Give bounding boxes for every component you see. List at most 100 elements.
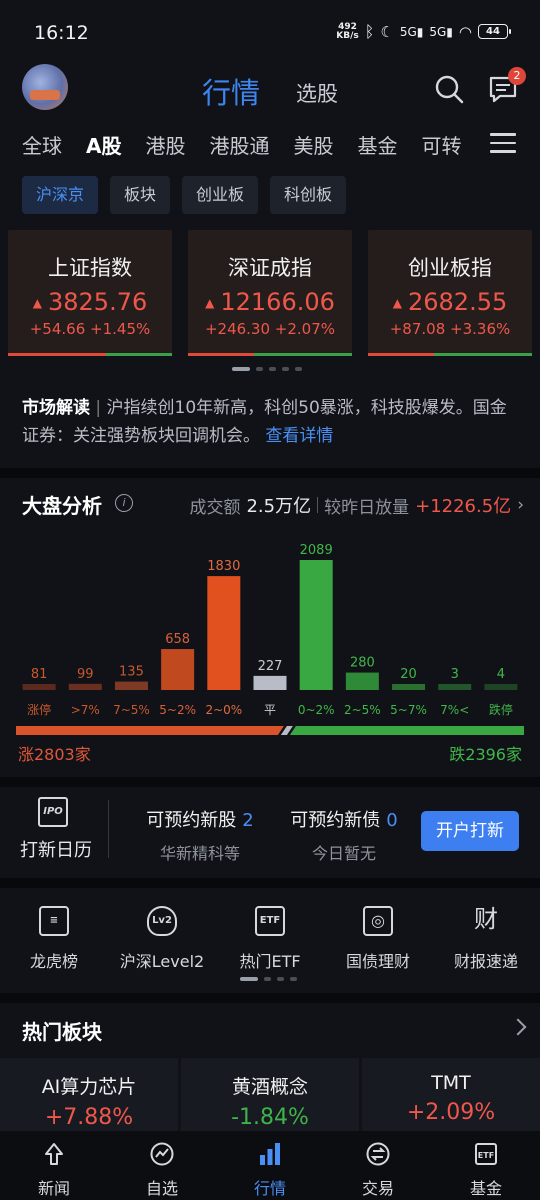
nav-news[interactable]: 新闻 xyxy=(0,1131,108,1200)
section-divider xyxy=(0,777,540,787)
tab-global[interactable]: 全球 xyxy=(22,130,62,159)
lv2-icon: Lv2 xyxy=(147,906,177,936)
tab-stock-picker[interactable]: 选股 xyxy=(296,78,338,108)
board-analysis-title: 大盘分析 xyxy=(22,494,102,518)
message-badge: 2 xyxy=(508,67,526,85)
ipo-calendar-label[interactable]: 打新日历 xyxy=(20,836,92,862)
bar-value-label: 99 xyxy=(77,667,94,682)
tool-dragon-tiger[interactable]: ≡ 龙虎榜 xyxy=(0,906,108,972)
category-label: 跌停 xyxy=(489,702,513,717)
tab-hk-connect[interactable]: 港股通 xyxy=(209,130,269,159)
sector-card[interactable]: TMT +2.09% xyxy=(362,1058,540,1138)
index-breadth-bar xyxy=(188,353,352,356)
sector-card[interactable]: AI算力芯片 +7.88% xyxy=(0,1058,178,1138)
up-arrow-icon: ▲ xyxy=(32,296,42,310)
bar-9 xyxy=(438,684,472,690)
moon-icon: ☾ xyxy=(380,22,394,41)
nav-market[interactable]: 行情 xyxy=(216,1131,324,1200)
bar-value-label: 3 xyxy=(451,667,459,682)
battery-icon: 44 xyxy=(478,24,511,39)
list-doc-icon: ≡ xyxy=(39,906,69,936)
market-icon xyxy=(260,1143,280,1165)
chevron-right-icon: › xyxy=(517,495,524,515)
bar-8 xyxy=(392,684,426,690)
new-stock-subscription[interactable]: 可预约新股 2 华新精科等 xyxy=(138,806,262,864)
trade-icon xyxy=(366,1142,390,1166)
tool-earnings[interactable]: 财 财报速递 xyxy=(432,906,540,972)
etf-icon: ETF xyxy=(255,906,285,936)
chip-sector[interactable]: 板块 xyxy=(110,176,171,214)
nav-fund[interactable]: ETF 基金 xyxy=(432,1131,540,1200)
category-label: 平 xyxy=(264,703,276,717)
category-label: 2~5% xyxy=(344,703,381,717)
tab-us[interactable]: 美股 xyxy=(293,130,333,159)
news-icon xyxy=(45,1143,63,1165)
section-divider xyxy=(0,993,540,1003)
carousel-dots xyxy=(232,367,302,371)
tab-convertible[interactable]: 可转 xyxy=(421,130,461,159)
search-icon[interactable] xyxy=(434,74,464,104)
avatar[interactable] xyxy=(22,64,68,110)
sub-tabs: 沪深京 板块 创业板 科创板 xyxy=(22,176,347,214)
net-speed: 492 KB/s xyxy=(336,21,359,41)
turnover-summary[interactable]: 成交额 2.5万亿 较昨日放量 +1226.5亿 › xyxy=(189,492,524,518)
bar-10 xyxy=(484,684,518,690)
index-card-shanghai[interactable]: 上证指数 ▲ 3825.76 +54.66 +1.45% xyxy=(8,230,172,356)
bar-0 xyxy=(22,684,56,690)
index-card-chinext[interactable]: 创业板指 ▲ 2682.55 +87.08 +3.36% xyxy=(368,230,532,356)
status-bar: 16:12 492 KB/s ᛒ ☾ 5G▮ 5G▮ ◠ 44 xyxy=(0,0,540,66)
section-divider xyxy=(0,468,540,478)
chip-chinext[interactable]: 创业板 xyxy=(182,176,259,214)
open-account-button[interactable]: 开户打新 xyxy=(421,811,519,851)
nav-watchlist[interactable]: 自选 xyxy=(108,1131,216,1200)
svg-text:ETF: ETF xyxy=(478,1151,494,1160)
nav-trade[interactable]: 交易 xyxy=(324,1131,432,1200)
bottom-nav: 新闻 自选 行情 交易 ETF 基金 xyxy=(0,1131,540,1200)
chevron-right-icon[interactable] xyxy=(509,1018,527,1036)
index-card-shenzhen[interactable]: 深证成指 ▲ 12166.06 +246.30 +2.07% xyxy=(188,230,352,356)
chip-star[interactable]: 科创板 xyxy=(270,176,347,214)
sector-card[interactable]: 黄酒概念 -1.84% xyxy=(181,1058,359,1138)
bluetooth-icon: ᛒ xyxy=(364,22,375,41)
bar-value-label: 280 xyxy=(350,656,375,671)
report-icon: 财 xyxy=(474,905,498,933)
info-icon[interactable]: i xyxy=(115,494,133,512)
bar-value-label: 658 xyxy=(165,632,190,647)
chip-sh-sz-bj[interactable]: 沪深京 xyxy=(22,176,99,214)
tool-hot-etf[interactable]: ETF 热门ETF xyxy=(216,906,324,972)
vertical-divider xyxy=(108,800,109,858)
signal-5g-icon-2: 5G▮ xyxy=(429,24,453,39)
up-arrow-icon: ▲ xyxy=(205,296,215,310)
watchlist-icon xyxy=(150,1142,174,1166)
bar-value-label: 81 xyxy=(31,667,48,682)
advance-count-label: 涨2803家 xyxy=(18,745,91,764)
fund-icon: ETF xyxy=(475,1143,497,1165)
ipo-calendar-icon[interactable]: IPO xyxy=(38,797,68,827)
decline-ratio-bar xyxy=(289,726,524,735)
category-label: 0~2% xyxy=(298,703,335,717)
new-bond-subscription[interactable]: 可预约新债 0 今日暂无 xyxy=(282,806,406,864)
view-details-link[interactable]: 查看详情 xyxy=(265,426,333,446)
bar-value-label: 1830 xyxy=(207,559,240,574)
tab-fund[interactable]: 基金 xyxy=(357,130,397,159)
market-tabs: 全球 A股 港股 港股通 美股 基金 可转 xyxy=(0,125,478,165)
bar-3 xyxy=(161,649,195,690)
tab-market[interactable]: 行情 xyxy=(202,70,260,112)
market-commentary[interactable]: 市场解读 | 沪指续创10年新高，科创50暴涨，科技股爆发。国金证券：关注强势板… xyxy=(22,394,522,450)
tab-a-share[interactable]: A股 xyxy=(86,130,121,159)
status-icons: 492 KB/s ᛒ ☾ 5G▮ 5G▮ ◠ 44 xyxy=(336,21,511,41)
tool-treasury[interactable]: ◎ 国债理财 xyxy=(324,906,432,972)
hot-sectors-title: 热门板块 xyxy=(22,1020,102,1044)
bond-icon: ◎ xyxy=(363,906,393,936)
bar-value-label: 135 xyxy=(119,665,144,680)
bar-value-label: 20 xyxy=(400,667,417,682)
tool-level2[interactable]: Lv2 沪深Level2 xyxy=(108,906,216,972)
menu-icon[interactable] xyxy=(490,133,516,153)
tab-hk[interactable]: 港股 xyxy=(145,130,185,159)
bar-2 xyxy=(114,681,148,690)
category-label: 5~7% xyxy=(390,703,427,717)
category-label: 2~0% xyxy=(205,703,242,717)
index-breadth-bar xyxy=(8,353,172,356)
index-breadth-bar xyxy=(368,353,532,356)
decline-count-label: 跌2396家 xyxy=(449,745,522,764)
